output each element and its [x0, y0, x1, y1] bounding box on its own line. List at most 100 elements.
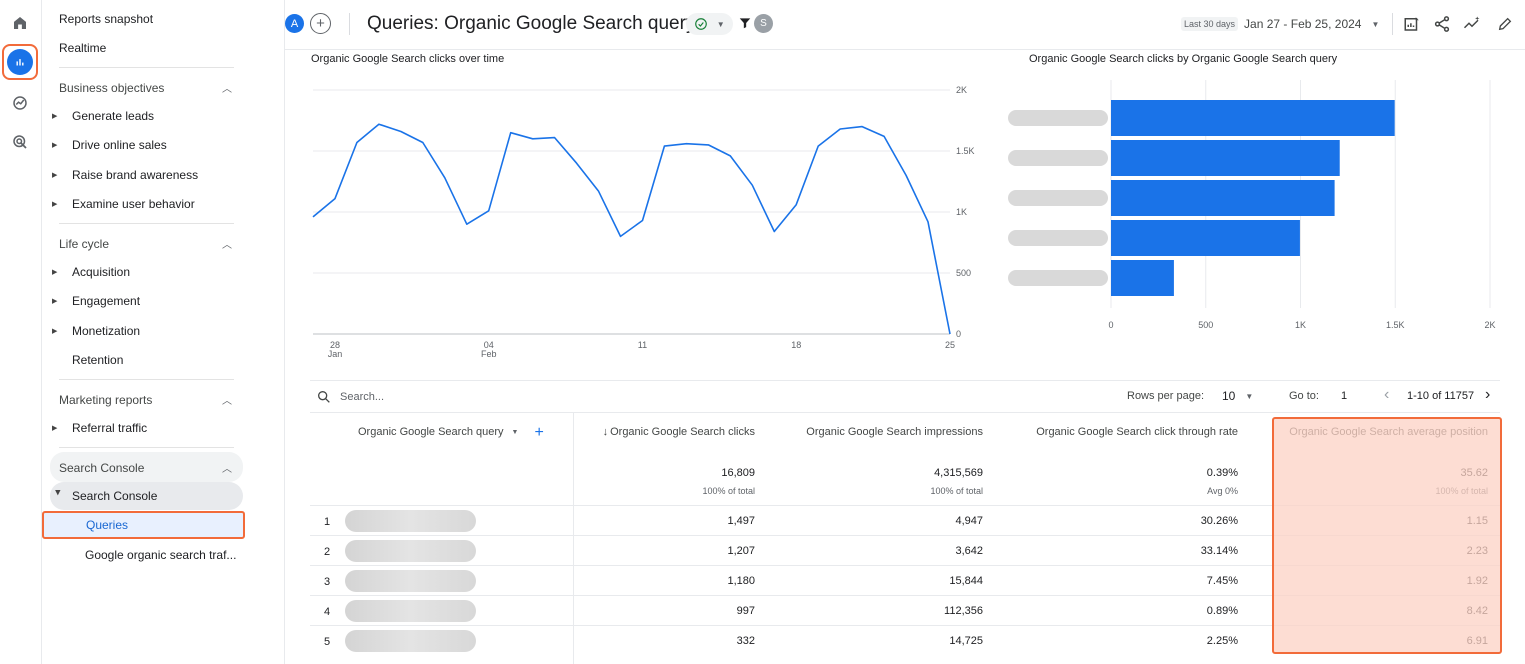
sidebar-item-realtime[interactable]: Realtime: [59, 41, 106, 55]
bar-chart: 0 500 1K 1.5K 2K: [1008, 80, 1496, 330]
bar-chart-title: Organic Google Search clicks by Organic …: [1029, 53, 1338, 65]
y-tick-label: 1K: [956, 207, 967, 217]
column-header-average-position[interactable]: Organic Google Search average position: [1289, 426, 1488, 438]
table-row[interactable]: 2 1,207 3,642 33.14% 2.23: [310, 535, 1500, 565]
rows-per-page-select[interactable]: 10 ▼: [1222, 389, 1253, 403]
sidebar-item-google-organic-search-traffic[interactable]: Google organic search traf...: [85, 548, 236, 562]
table-row[interactable]: 4 997 112,356 0.89% 8.42: [310, 595, 1500, 625]
goto-label: Go to:: [1289, 390, 1319, 402]
explore-icon[interactable]: [5, 88, 35, 118]
divider: [59, 379, 234, 380]
sidebar-item-monetization[interactable]: ▶ Monetization: [52, 324, 140, 338]
section-life-cycle[interactable]: Life cycle ︿: [59, 236, 232, 252]
sidebar-item-label: Referral traffic: [72, 421, 148, 435]
section-business-objectives[interactable]: Business objectives ︿: [59, 80, 232, 96]
sidebar-item-label: Retention: [72, 353, 124, 367]
sidebar-item-referral-traffic[interactable]: ▶ Referral traffic: [52, 421, 147, 435]
expand-triangle-icon: ▶: [52, 172, 58, 179]
table-row[interactable]: 5 332 14,725 2.25% 6.91: [310, 625, 1500, 655]
x-tick-label: 11: [638, 340, 647, 350]
sidebar-item-label: Raise brand awareness: [72, 168, 199, 182]
sidebar-item-generate-leads[interactable]: ▶ Generate leads: [52, 109, 154, 123]
expand-triangle-icon: ▶: [52, 201, 58, 208]
y-tick-label: 1.5K: [956, 146, 975, 156]
x-tick-label: 0: [1108, 320, 1113, 330]
redacted-query: [345, 600, 476, 622]
goto-page-input[interactable]: 1: [1341, 390, 1347, 402]
section-title: Marketing reports: [59, 392, 153, 407]
total-average-position: 35.62: [1460, 467, 1488, 479]
cell-impressions: 4,947: [955, 515, 983, 527]
sidebar-item-retention[interactable]: ▶Retention: [52, 353, 123, 367]
table-row[interactable]: 3 1,180 15,844 7.45% 1.92: [310, 565, 1500, 595]
previous-page-icon[interactable]: ‹: [1384, 386, 1389, 404]
bar: [1111, 180, 1335, 216]
cell-average-position: 6.91: [1466, 635, 1488, 647]
cell-clicks: 332: [736, 635, 755, 647]
home-icon[interactable]: [5, 8, 35, 38]
bar: [1111, 260, 1174, 296]
sidebar-item-reports-snapshot[interactable]: Reports snapshot: [59, 12, 153, 26]
chevron-down-icon: ▼: [716, 19, 725, 29]
column-header-impressions[interactable]: Organic Google Search impressions: [806, 426, 983, 438]
bar: [1111, 140, 1340, 176]
reports-icon[interactable]: [2, 44, 38, 80]
total-impressions: 4,315,569: [934, 467, 983, 479]
next-page-icon[interactable]: ›: [1485, 386, 1490, 404]
expand-triangle-icon: ▶: [52, 113, 58, 120]
column-header-clicks[interactable]: ↓ Organic Google Search clicks: [603, 426, 755, 438]
sidebar-item-engagement[interactable]: ▶ Engagement: [52, 294, 140, 308]
redacted-category-label: [1008, 110, 1108, 126]
filter-icon[interactable]: [738, 15, 752, 31]
section-search-console[interactable]: Search Console ︿: [59, 460, 232, 476]
cell-impressions: 14,725: [949, 635, 983, 647]
row-index: 5: [324, 636, 331, 648]
dimension-header-label: Organic Google Search query: [358, 426, 504, 438]
cell-average-position: 2.23: [1466, 545, 1488, 557]
customize-report-icon[interactable]: [1402, 14, 1422, 34]
sidebar-item-label: Generate leads: [72, 109, 155, 123]
redacted-category-label: [1008, 150, 1108, 166]
report-status-dropdown[interactable]: ▼: [686, 13, 733, 35]
search-icon: [318, 391, 330, 403]
data-table: Organic Google Search query ▼ + ↓ Organic…: [310, 412, 1500, 664]
column-header-ctr[interactable]: Organic Google Search click through rate: [1036, 426, 1238, 438]
add-dimension-icon[interactable]: +: [534, 424, 543, 440]
sidebar-item-label: Examine user behavior: [72, 197, 195, 211]
bar: [1111, 100, 1395, 136]
divider: [1392, 13, 1393, 35]
sidebar-item-label: Monetization: [72, 324, 141, 338]
edit-icon[interactable]: [1495, 14, 1515, 34]
total-ctr-sub: Avg 0%: [1207, 486, 1238, 496]
sidebar-item-raise-brand-awareness[interactable]: ▶ Raise brand awareness: [52, 168, 198, 182]
sidebar-item-drive-online-sales[interactable]: ▶ Drive online sales: [52, 138, 167, 152]
sidebar-item-examine-user-behavior[interactable]: ▶ Examine user behavior: [52, 197, 195, 211]
section-marketing-reports[interactable]: Marketing reports ︿: [59, 392, 232, 408]
cell-average-position: 1.92: [1466, 575, 1488, 587]
share-icon[interactable]: [1432, 14, 1452, 34]
sidebar-item-label: Drive online sales: [72, 138, 167, 152]
add-comparison-button[interactable]: +: [310, 13, 331, 34]
expand-triangle-icon: ▶: [52, 425, 58, 432]
page-range: 1-10 of 11757: [1407, 390, 1475, 402]
comparison-avatar[interactable]: A: [285, 14, 304, 33]
sidebar-item-acquisition[interactable]: ▶ Acquisition: [52, 265, 130, 279]
sidebar-item-search-console[interactable]: ▶ Search Console: [52, 489, 157, 503]
advertising-icon[interactable]: [5, 127, 35, 157]
insights-icon[interactable]: [1462, 14, 1482, 34]
cell-clicks: 1,180: [727, 575, 755, 587]
segment-avatar[interactable]: S: [754, 14, 773, 33]
total-clicks: 16,809: [721, 467, 755, 479]
x-tick-sublabel: Feb: [481, 349, 497, 359]
table-search-input[interactable]: [340, 388, 640, 406]
sidebar-item-queries[interactable]: Queries: [42, 511, 245, 539]
table-row[interactable]: 1 1,497 4,947 30.26% 1.15: [310, 505, 1500, 535]
dimension-header[interactable]: Organic Google Search query ▼ +: [358, 424, 544, 440]
section-title: Business objectives: [59, 80, 165, 95]
x-tick-label: 25: [945, 340, 955, 350]
chevron-up-icon: ︿: [222, 396, 232, 407]
chevron-up-icon: ︿: [222, 464, 232, 475]
date-range-picker[interactable]: Last 30 days Jan 27 - Feb 25, 2024 ▼: [1181, 17, 1379, 31]
report-header: A + Queries: Organic Google Search query…: [285, 0, 1525, 50]
cell-ctr: 2.25%: [1206, 635, 1238, 647]
